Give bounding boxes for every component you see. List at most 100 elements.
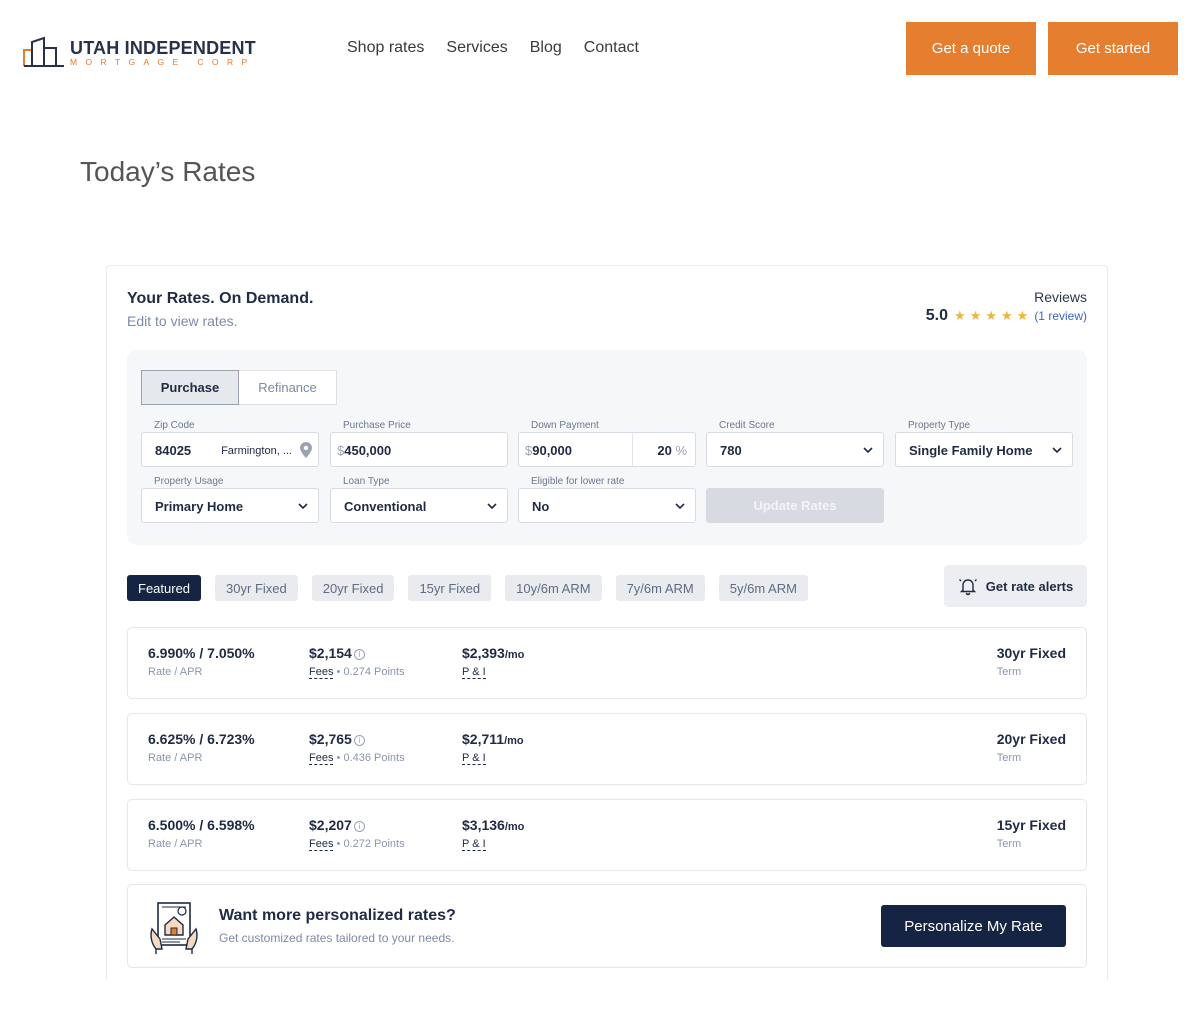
get-quote-button[interactable]: Get a quote bbox=[906, 22, 1036, 75]
pi-label[interactable]: P & I bbox=[462, 752, 486, 765]
tab-10y-6m-arm[interactable]: 10y/6m ARM bbox=[505, 575, 602, 601]
widget-subtitle: Edit to view rates. bbox=[127, 313, 238, 329]
loan-type-select[interactable]: Loan Type Conventional bbox=[330, 476, 508, 523]
down-pct-sign: % bbox=[675, 443, 687, 458]
term-label: Term bbox=[996, 752, 1022, 764]
rate-apr-label: Rate / APR bbox=[148, 752, 203, 764]
rate-apr-label: Rate / APR bbox=[148, 666, 203, 678]
rate-apr: 6.625% / 6.723% Rate / APR bbox=[148, 731, 255, 764]
rate-alerts-button[interactable]: Get rate alerts bbox=[944, 565, 1087, 607]
rate-alerts-label: Get rate alerts bbox=[985, 578, 1074, 594]
down-payment-percent[interactable]: 20 % bbox=[657, 443, 687, 458]
zip-code-label: Zip Code bbox=[154, 420, 195, 431]
property-usage-label: Property Usage bbox=[154, 476, 224, 487]
star-icon: ★ bbox=[985, 308, 997, 323]
rate-apr-value: 6.625% / 6.723% bbox=[148, 731, 255, 747]
page-bottom-fade bbox=[100, 980, 1120, 1034]
term-label: Term bbox=[996, 838, 1022, 850]
nav-contact[interactable]: Contact bbox=[584, 39, 639, 57]
location-pin-icon bbox=[300, 442, 312, 458]
points-value: • 0.272 Points bbox=[336, 838, 405, 850]
info-icon[interactable]: i bbox=[353, 649, 365, 660]
rate-apr-label: Rate / APR bbox=[148, 838, 203, 850]
page-title: Today’s Rates bbox=[80, 156, 256, 187]
chevron-down-icon bbox=[675, 503, 685, 510]
eligible-value: No bbox=[532, 499, 550, 514]
fees-value: $2,765 bbox=[309, 731, 352, 747]
logo-text: UTAH INDEPENDENT bbox=[70, 38, 256, 58]
payment: $3,136/mo P & I bbox=[462, 817, 524, 851]
get-started-button[interactable]: Get started bbox=[1048, 22, 1178, 75]
purchase-price-field[interactable]: Purchase Price $450,000 bbox=[330, 420, 508, 467]
info-icon[interactable]: i bbox=[353, 821, 365, 832]
fees-label[interactable]: Fees bbox=[309, 838, 334, 851]
reviews-summary: 5.0 ★ ★ ★ ★ ★ (1 review) bbox=[926, 307, 1087, 325]
star-icon: ★ bbox=[1001, 308, 1013, 323]
personalize-banner: Want more personalized rates? Get custom… bbox=[127, 884, 1087, 968]
rate-row[interactable]: 6.500% / 6.598% Rate / APR $2,207 i Fees … bbox=[127, 799, 1087, 871]
bell-icon bbox=[958, 579, 977, 596]
credit-score-label: Credit Score bbox=[719, 420, 775, 431]
divider bbox=[632, 433, 633, 466]
nav-blog[interactable]: Blog bbox=[530, 39, 562, 57]
reviews-label: Reviews bbox=[1034, 289, 1087, 305]
points-value: • 0.274 Points bbox=[336, 666, 405, 678]
logo[interactable]: UTAH INDEPENDENT MORTGAGE CORP bbox=[22, 34, 256, 70]
term-value: 15yr Fixed bbox=[996, 817, 1066, 833]
refinance-tab[interactable]: Refinance bbox=[239, 370, 337, 405]
rate-apr: 6.500% / 6.598% Rate / APR bbox=[148, 817, 255, 850]
rates-widget: Your Rates. On Demand. Edit to view rate… bbox=[106, 265, 1108, 1005]
rate-row[interactable]: 6.625% / 6.723% Rate / APR $2,765 i Fees … bbox=[127, 713, 1087, 785]
star-icon: ★ bbox=[1016, 308, 1029, 323]
logo-building-icon bbox=[23, 36, 64, 67]
star-icon: ★ bbox=[969, 308, 982, 323]
tab-7y-6m-arm[interactable]: 7y/6m ARM bbox=[615, 575, 705, 601]
personalize-rate-button[interactable]: Personalize My Rate bbox=[881, 905, 1066, 947]
chevron-down-icon bbox=[863, 447, 873, 454]
fees-label[interactable]: Fees bbox=[309, 752, 334, 765]
reviews-link[interactable]: (1 review) bbox=[1034, 309, 1087, 323]
tab-30yr-fixed[interactable]: 30yr Fixed bbox=[215, 575, 298, 601]
nav-services[interactable]: Services bbox=[446, 39, 507, 57]
fees: $2,207 i Fees • 0.272 Points bbox=[309, 817, 405, 851]
down-payment-field[interactable]: Down Payment $90,000 20 % bbox=[518, 420, 696, 467]
fees: $2,154 i Fees • 0.274 Points bbox=[309, 645, 405, 679]
rate-row[interactable]: 6.990% / 7.050% Rate / APR $2,154 i Fees … bbox=[127, 627, 1087, 699]
term: 20yr Fixed Term bbox=[997, 731, 1066, 764]
down-amount: 90,000 bbox=[532, 443, 572, 458]
pi-label[interactable]: P & I bbox=[462, 666, 486, 679]
loan-type-value: Conventional bbox=[344, 499, 427, 514]
purchase-price-label: Purchase Price bbox=[343, 420, 411, 431]
loan-purpose-toggle: Purchase Refinance bbox=[141, 370, 337, 405]
property-usage-select[interactable]: Property Usage Primary Home bbox=[141, 476, 319, 523]
points-value: • 0.436 Points bbox=[336, 752, 405, 764]
tab-20yr-fixed[interactable]: 20yr Fixed bbox=[311, 575, 395, 601]
info-icon[interactable]: i bbox=[353, 735, 365, 746]
payment: $2,711/mo P & I bbox=[462, 731, 524, 765]
document-house-icon bbox=[150, 902, 198, 954]
pi-label[interactable]: P & I bbox=[462, 838, 486, 851]
tab-featured[interactable]: Featured bbox=[127, 575, 202, 601]
star-icon: ★ bbox=[954, 308, 966, 323]
purchase-tab[interactable]: Purchase bbox=[141, 370, 239, 405]
term: 30yr Fixed Term bbox=[997, 645, 1066, 678]
main-nav: Shop rates Services Blog Contact bbox=[347, 39, 639, 57]
property-usage-value: Primary Home bbox=[155, 499, 244, 514]
rate-apr-value: 6.990% / 7.050% bbox=[148, 645, 255, 661]
lower-rate-eligibility-select[interactable]: Eligible for lower rate No bbox=[518, 476, 696, 523]
tab-15yr-fixed[interactable]: 15yr Fixed bbox=[408, 575, 492, 601]
nav-shop-rates[interactable]: Shop rates bbox=[347, 39, 424, 57]
tab-5y-6m-arm[interactable]: 5y/6m ARM bbox=[718, 575, 808, 601]
credit-score-select[interactable]: Credit Score 780 bbox=[706, 420, 884, 467]
zip-code-field[interactable]: Zip Code 84025 Farmington, ... bbox=[141, 420, 319, 467]
fees: $2,765 i Fees • 0.436 Points bbox=[309, 731, 405, 765]
payment-value: $2,711 bbox=[462, 731, 505, 747]
fees-label[interactable]: Fees bbox=[309, 666, 334, 679]
logo-subtext: MORTGAGE CORP bbox=[70, 57, 256, 67]
property-type-select[interactable]: Property Type Single Family Home bbox=[895, 420, 1073, 467]
update-rates-button[interactable]: Update Rates bbox=[706, 488, 884, 523]
payment-value: $2,393 bbox=[462, 645, 505, 661]
zip-code-value: 84025 bbox=[155, 443, 192, 458]
term-value: 30yr Fixed bbox=[996, 645, 1066, 661]
chevron-down-icon bbox=[1052, 447, 1062, 454]
